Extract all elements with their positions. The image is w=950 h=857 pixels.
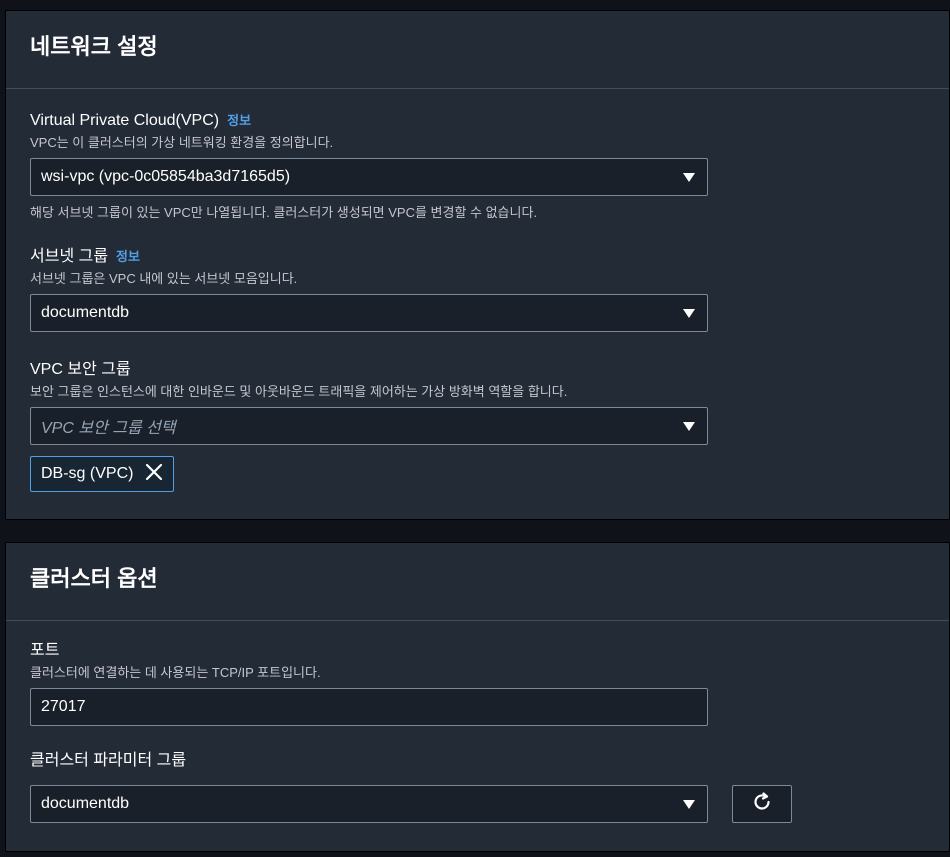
- security-group-token: DB-sg (VPC): [30, 456, 175, 492]
- vpc-field: Virtual Private Cloud(VPC) 정보 VPC는 이 클러스터…: [30, 111, 708, 222]
- subnet-group-label: 서브넷 그룹 정보: [30, 247, 708, 267]
- cluster-options-title: 클러스터 옵션: [30, 566, 158, 591]
- subnet-group-select[interactable]: documentdb: [30, 294, 708, 332]
- network-settings-title: 네트워크 설정: [30, 34, 158, 59]
- vpc-select-value: wsi-vpc (vpc-0c05854ba3d7165d5): [41, 168, 291, 185]
- subnet-group-label-text: 서브넷 그룹: [30, 248, 109, 265]
- security-group-select[interactable]: VPC 보안 그룹 선택: [30, 407, 708, 445]
- security-group-field: VPC 보안 그룹 보안 그룹은 인스턴스에 대한 인바운드 및 아웃바운드 트…: [30, 360, 708, 492]
- vpc-label-text: Virtual Private Cloud(VPC): [30, 112, 220, 129]
- subnet-group-field: 서브넷 그룹 정보 서브넷 그룹은 VPC 내에 있는 서브넷 모음입니다. do…: [30, 247, 708, 332]
- parameter-group-select[interactable]: documentdb: [30, 785, 708, 823]
- security-group-label: VPC 보안 그룹: [30, 361, 131, 378]
- vpc-info-link[interactable]: 정보: [227, 113, 251, 128]
- caret-down-icon: [683, 308, 695, 318]
- cluster-options-panel: 클러스터 옵션 포트 클러스터에 연결하는 데 사용되는 TCP/IP 포트입니…: [5, 542, 950, 852]
- close-icon[interactable]: [145, 463, 163, 485]
- parameter-group-field: 클러스터 파라미터 그룹 documentdb: [30, 751, 792, 823]
- network-settings-panel: 네트워크 설정 Virtual Private Cloud(VPC) 정보 VPC…: [5, 10, 950, 520]
- refresh-icon: [751, 791, 773, 818]
- port-input[interactable]: 27017: [30, 688, 708, 726]
- network-settings-header: 네트워크 설정: [6, 11, 949, 89]
- refresh-button[interactable]: [732, 785, 792, 823]
- port-field: 포트 클러스터에 연결하는 데 사용되는 TCP/IP 포트입니다. 27017: [30, 641, 708, 726]
- subnet-group-description: 서브넷 그룹은 VPC 내에 있는 서브넷 모음입니다.: [30, 271, 298, 286]
- subnet-group-info-link[interactable]: 정보: [116, 249, 140, 264]
- vpc-select[interactable]: wsi-vpc (vpc-0c05854ba3d7165d5): [30, 158, 708, 196]
- caret-down-icon: [683, 172, 695, 182]
- parameter-group-row: documentdb: [30, 785, 792, 823]
- parameter-group-label: 클러스터 파라미터 그룹: [30, 752, 187, 769]
- vpc-description: VPC는 이 클러스터의 가상 네트워킹 환경을 정의합니다.: [30, 135, 334, 150]
- caret-down-icon: [683, 799, 695, 809]
- security-group-placeholder: VPC 보안 그룹 선택: [41, 420, 176, 437]
- security-group-description: 보안 그룹은 인스턴스에 대한 인바운드 및 아웃바운드 트래픽을 제어하는 가…: [30, 384, 568, 399]
- cluster-options-header: 클러스터 옵션: [6, 543, 949, 621]
- parameter-group-select-value: documentdb: [41, 795, 130, 812]
- port-description: 클러스터에 연결하는 데 사용되는 TCP/IP 포트입니다.: [30, 665, 321, 680]
- subnet-group-select-value: documentdb: [41, 304, 130, 321]
- caret-down-icon: [683, 421, 695, 431]
- port-label: 포트: [30, 642, 60, 659]
- vpc-label: Virtual Private Cloud(VPC) 정보: [30, 111, 708, 131]
- vpc-hint: 해당 서브넷 그룹이 있는 VPC만 나열됩니다. 클러스터가 생성되면 VPC…: [30, 205, 538, 220]
- security-group-token-label: DB-sg (VPC): [41, 465, 134, 482]
